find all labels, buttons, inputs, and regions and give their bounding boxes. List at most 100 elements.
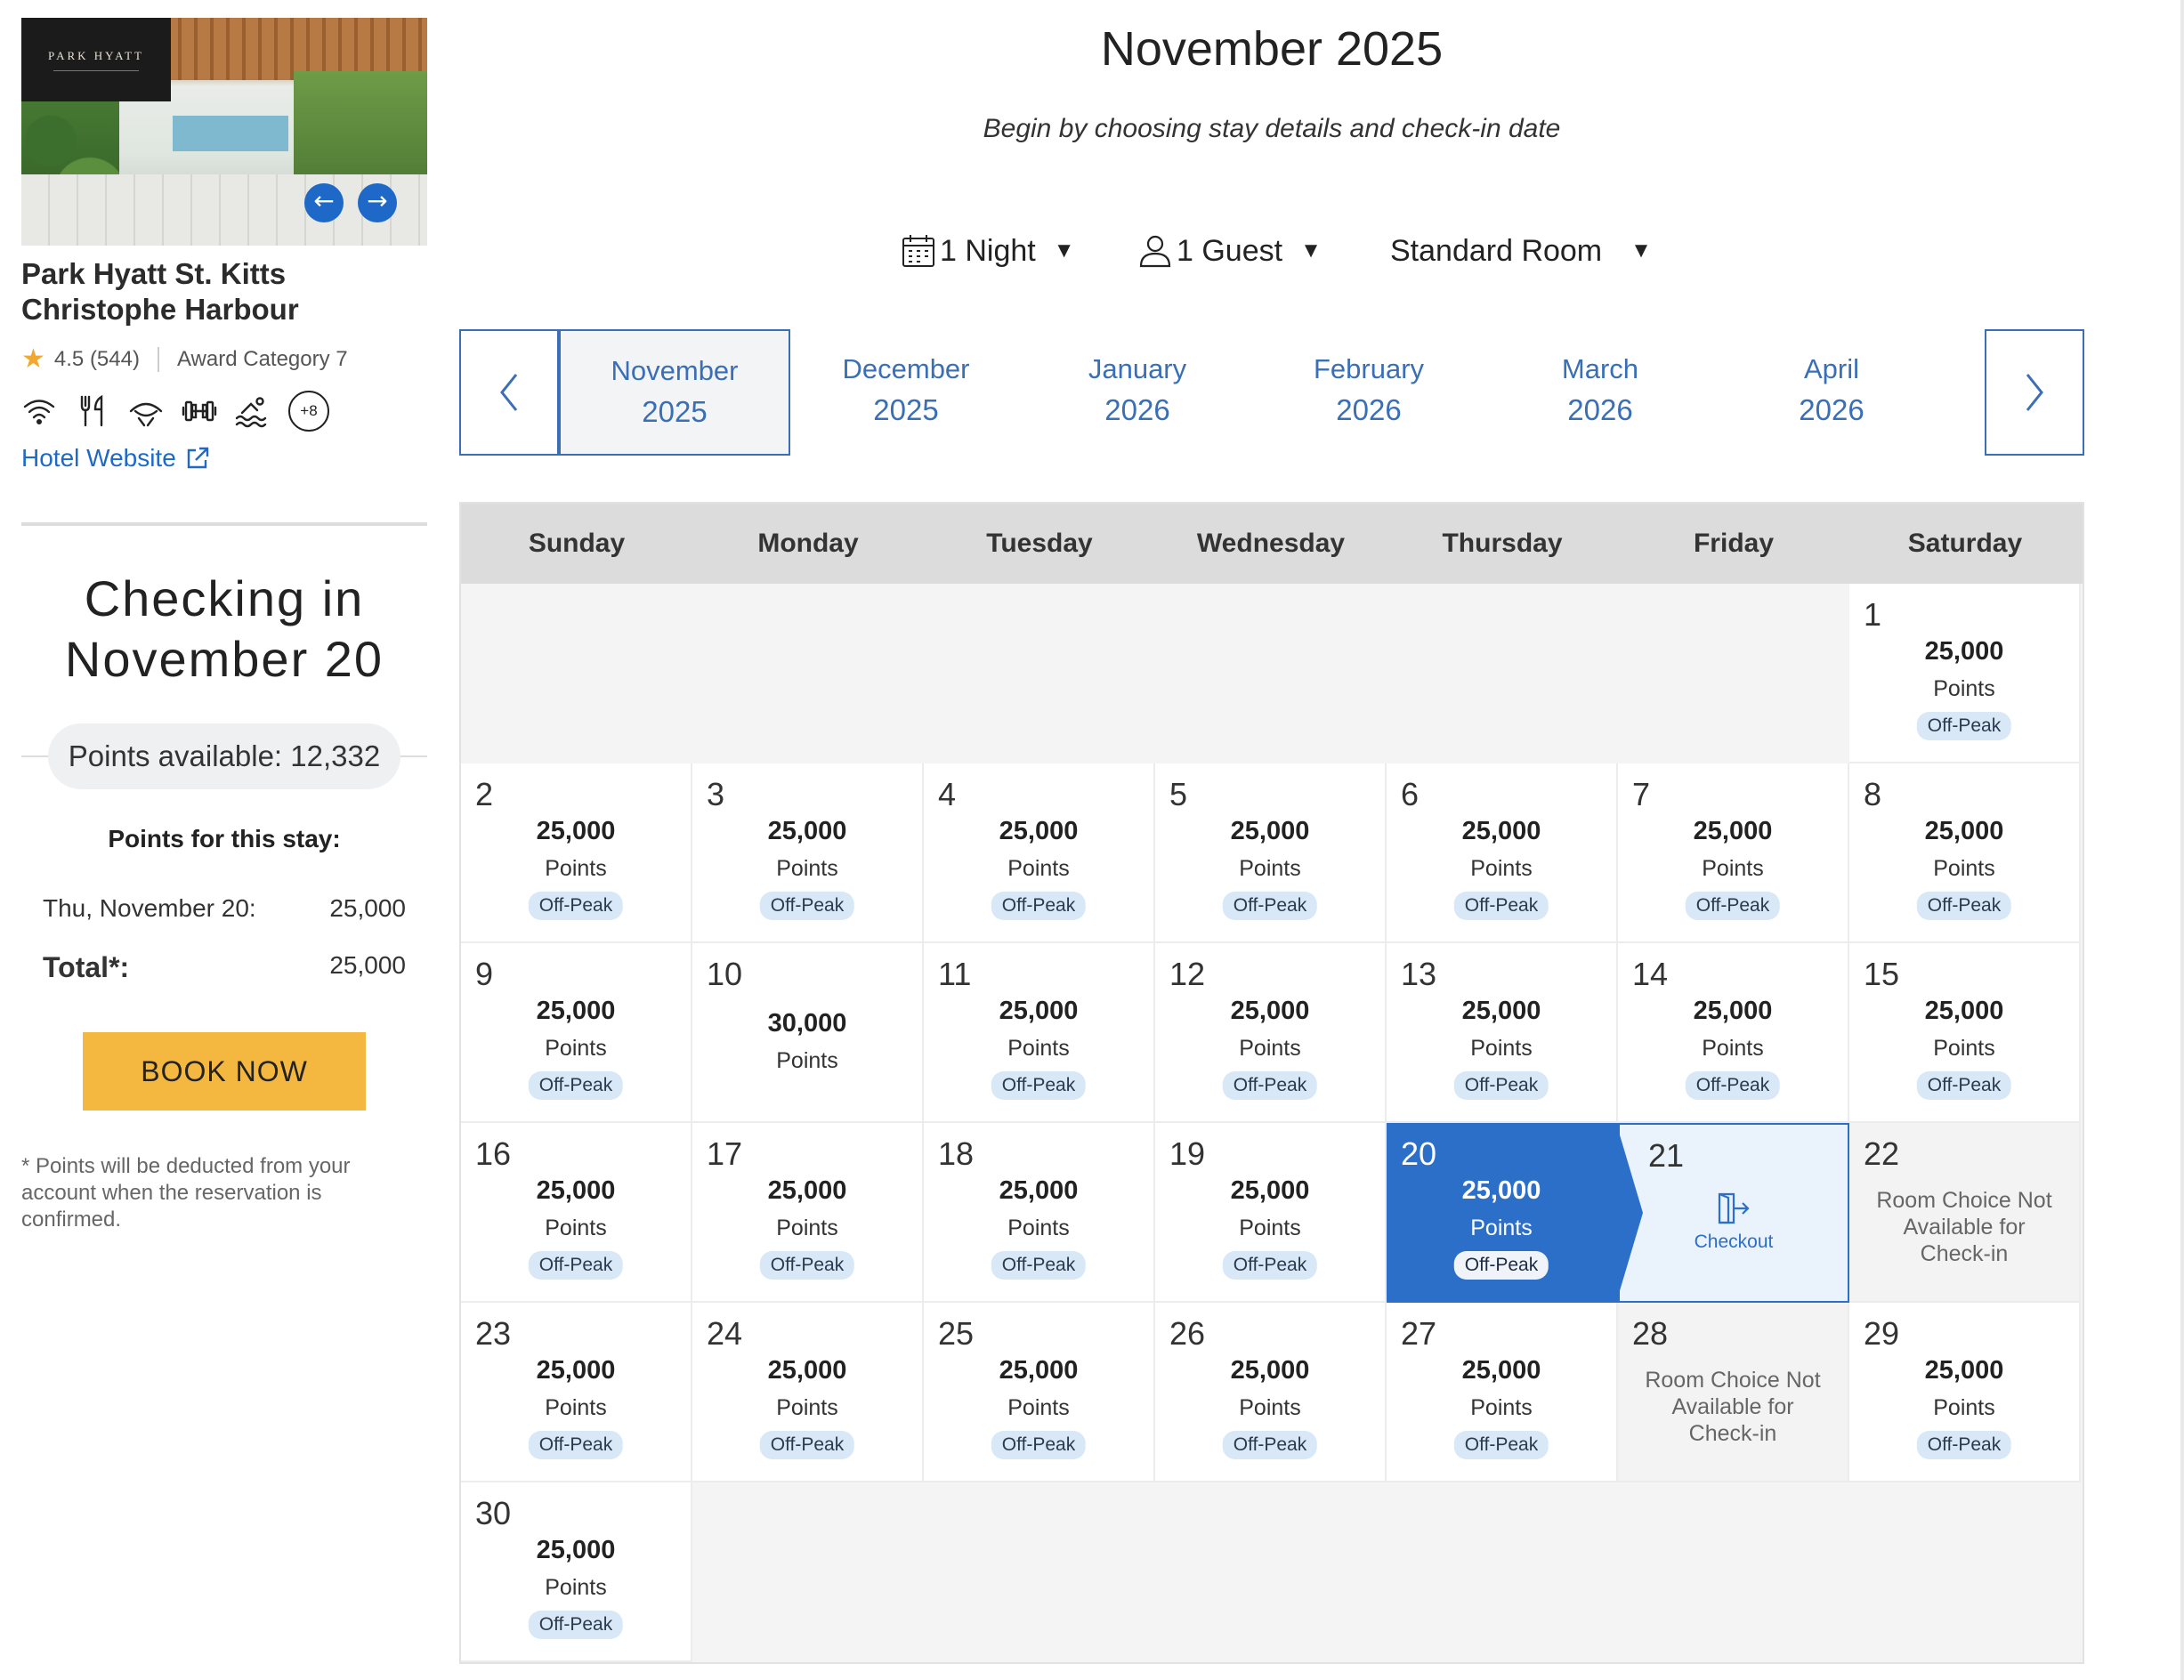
book-now-button[interactable]: BOOK NOW — [83, 1032, 366, 1111]
day-points: 25,000 — [536, 1356, 616, 1385]
points-unit: Points — [1239, 1395, 1301, 1420]
photo-prev-arrow-icon[interactable]: ← — [304, 183, 344, 222]
points-unit: Points — [1933, 1395, 1995, 1420]
calendar-day-21[interactable]: 21 Checkout — [1618, 1123, 1849, 1303]
day-points: 25,000 — [767, 1356, 847, 1385]
calendar-empty-cell — [1618, 1482, 1849, 1662]
points-unit: Points — [776, 1048, 838, 1073]
off-peak-badge: Off-Peak — [1916, 1071, 2012, 1100]
calendar-empty-cell — [924, 1482, 1155, 1662]
calendar-day-1[interactable]: 1 25,000 Points Off-Peak — [1849, 584, 2081, 763]
weekday-tuesday: Tuesday — [986, 529, 1093, 558]
calendar-day-4[interactable]: 4 25,000 Points Off-Peak — [924, 763, 1155, 943]
nights-dropdown[interactable]: 1 Night ▼ — [901, 226, 1075, 276]
page-scrollbar[interactable] — [2180, 0, 2184, 1680]
calendar-day-6[interactable]: 6 25,000 Points Off-Peak — [1387, 763, 1618, 943]
calendar-day-18[interactable]: 18 25,000 Points Off-Peak — [924, 1123, 1155, 1303]
guests-dropdown[interactable]: 1 Guest ▼ — [1137, 226, 1322, 276]
rating-value[interactable]: 4.5 (544) — [54, 347, 140, 372]
calendar-day-14[interactable]: 14 25,000 Points Off-Peak — [1618, 943, 1849, 1123]
month-year[interactable]: 2026 — [1253, 390, 1484, 431]
amenities-more-button[interactable]: +8 — [288, 391, 329, 432]
calendar-day-13[interactable]: 13 25,000 Points Off-Peak — [1387, 943, 1618, 1123]
hotel-website-label[interactable]: Hotel Website — [21, 444, 176, 472]
calendar-day-7[interactable]: 7 25,000 Points Off-Peak — [1618, 763, 1849, 943]
month-name[interactable]: November — [611, 355, 739, 386]
photo-next-arrow-icon[interactable]: → — [358, 183, 397, 222]
month-year[interactable]: 2026 — [1022, 390, 1253, 431]
calendar-day-20[interactable]: 20 25,000 Points Off-Peak — [1387, 1123, 1643, 1303]
points-unit: Points — [545, 1036, 607, 1061]
month-year[interactable]: 2025 — [561, 392, 789, 432]
photo-sea-view — [173, 116, 288, 151]
month-tab-march-2026[interactable]: March 2026 — [1484, 329, 1716, 456]
rating-row: ★ 4.5 (544) Award Category 7 — [21, 343, 427, 375]
chevron-down-icon: ▼ — [1053, 238, 1075, 262]
calendar-day-5[interactable]: 5 25,000 Points Off-Peak — [1155, 763, 1387, 943]
calendar-empty-cell — [1849, 1482, 2081, 1662]
calendar-empty-cell — [1387, 1482, 1618, 1662]
day-number: 18 — [938, 1135, 975, 1172]
calendar-day-16[interactable]: 16 25,000 Points Off-Peak — [461, 1123, 692, 1303]
calendar-day-23[interactable]: 23 25,000 Points Off-Peak — [461, 1303, 692, 1482]
room-unavailable-note: Room Choice Not Available for Check-in — [1876, 1188, 2052, 1266]
month-name[interactable]: February — [1314, 353, 1424, 384]
month-name[interactable]: January — [1088, 353, 1186, 384]
month-tab-january-2026[interactable]: January 2026 — [1022, 329, 1253, 456]
room-type-dropdown[interactable]: Standard Room ▼ — [1390, 226, 1652, 276]
calendar-day-30[interactable]: 30 25,000 Points Off-Peak — [461, 1482, 692, 1662]
calendar-day-8[interactable]: 8 25,000 Points Off-Peak — [1849, 763, 2081, 943]
weekday-thursday: Thursday — [1442, 529, 1563, 558]
weekday-sunday: Sunday — [528, 529, 626, 558]
off-peak-badge: Off-Peak — [1916, 1431, 2012, 1459]
calendar-day-11[interactable]: 11 25,000 Points Off-Peak — [924, 943, 1155, 1123]
hotel-website-link[interactable]: Hotel Website — [21, 444, 427, 472]
calendar-day-27[interactable]: 27 25,000 Points Off-Peak — [1387, 1303, 1618, 1482]
month-year[interactable]: 2026 — [1716, 390, 1947, 431]
month-name[interactable]: March — [1562, 353, 1638, 384]
calendar-day-29[interactable]: 29 25,000 Points Off-Peak — [1849, 1303, 2081, 1482]
off-peak-badge: Off-Peak — [1453, 1431, 1549, 1459]
room-type-value[interactable]: Standard Room — [1390, 234, 1602, 269]
off-peak-badge: Off-Peak — [528, 1071, 624, 1100]
points-unit: Points — [1239, 1036, 1301, 1061]
prev-month-button[interactable] — [459, 329, 559, 456]
day-points: 25,000 — [1230, 1176, 1310, 1205]
calendar-day-9[interactable]: 9 25,000 Points Off-Peak — [461, 943, 692, 1123]
month-tab-february-2026[interactable]: February 2026 — [1253, 329, 1484, 456]
month-name[interactable]: April — [1804, 353, 1859, 384]
calendar-day-25[interactable]: 25 25,000 Points Off-Peak — [924, 1303, 1155, 1482]
off-peak-badge: Off-Peak — [528, 1251, 624, 1280]
calendar-day-2[interactable]: 2 25,000 Points Off-Peak — [461, 763, 692, 943]
weekday-header: Sunday Monday Tuesday Wednesday Thursday… — [461, 504, 2083, 584]
calendar-day-3[interactable]: 3 25,000 Points Off-Peak — [692, 763, 924, 943]
month-year[interactable]: 2025 — [790, 390, 1022, 431]
calendar-empty-cell — [461, 584, 692, 763]
month-tab-november-2025[interactable]: November 2025 — [559, 329, 790, 456]
calendar-icon — [902, 235, 934, 267]
nights-value[interactable]: 1 Night — [940, 234, 1036, 269]
calendar-day-12[interactable]: 12 25,000 Points Off-Peak — [1155, 943, 1387, 1123]
day-number: 16 — [475, 1135, 512, 1172]
stay-total-row: Total*: 25,000 — [21, 951, 427, 984]
calendar-day-15[interactable]: 15 25,000 Points Off-Peak — [1849, 943, 2081, 1123]
calendar-day-19[interactable]: 19 25,000 Points Off-Peak — [1155, 1123, 1387, 1303]
month-name[interactable]: December — [843, 353, 970, 384]
calendar-day-24[interactable]: 24 25,000 Points Off-Peak — [692, 1303, 924, 1482]
month-year[interactable]: 2026 — [1484, 390, 1716, 431]
day-number: 13 — [1401, 956, 1437, 992]
points-unit: Points — [1470, 1036, 1533, 1061]
month-tab-december-2025[interactable]: December 2025 — [790, 329, 1022, 456]
month-tab-april-2026[interactable]: April 2026 — [1716, 329, 1947, 456]
guests-value[interactable]: 1 Guest — [1177, 234, 1282, 269]
points-unit: Points — [1007, 856, 1070, 881]
points-unit: Points — [1470, 1395, 1533, 1420]
calendar-day-26[interactable]: 26 25,000 Points Off-Peak — [1155, 1303, 1387, 1482]
calendar-empty-cell — [1387, 584, 1618, 763]
day-number: 19 — [1169, 1135, 1206, 1172]
next-month-button[interactable] — [1985, 329, 2084, 456]
day-points: 25,000 — [999, 1176, 1079, 1205]
calendar-day-10[interactable]: 10 30,000 Points — [692, 943, 924, 1123]
calendar-day-17[interactable]: 17 25,000 Points Off-Peak — [692, 1123, 924, 1303]
weekday-wednesday: Wednesday — [1196, 529, 1346, 558]
